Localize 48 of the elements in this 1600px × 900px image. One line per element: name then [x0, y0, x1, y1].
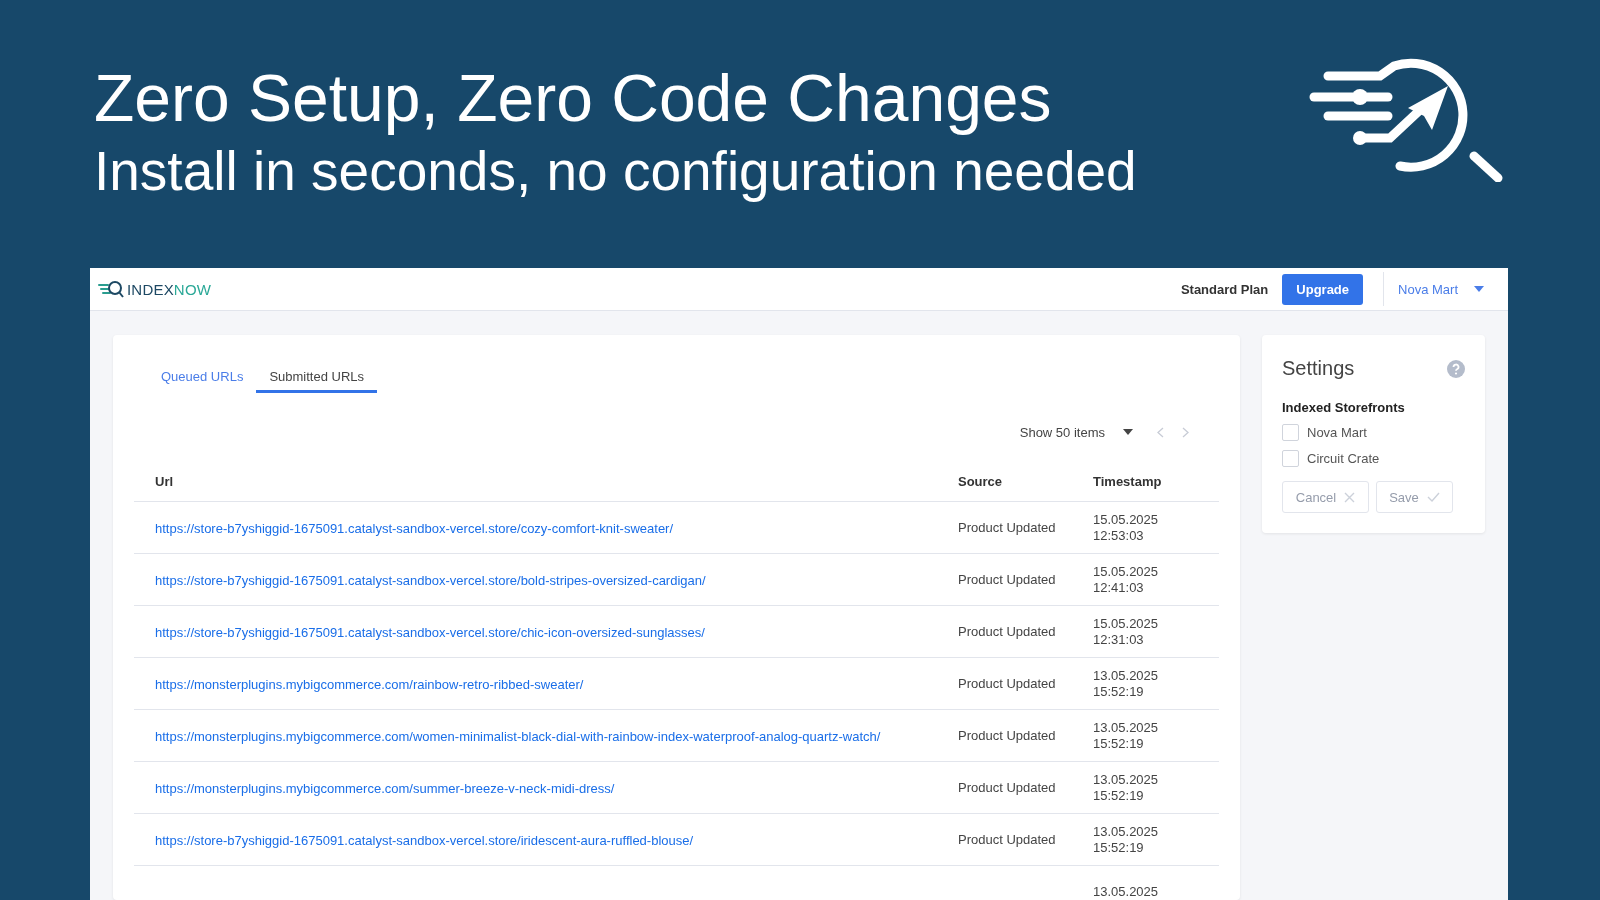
table-cell-text: 15.05.2025 12:53:03 — [1093, 511, 1160, 544]
table-cell-text: Product Updated — [958, 831, 1057, 848]
url-link[interactable]: https://monsterplugins.mybigcommerce.com/women-minimalist-black-dial-with-rainbow-index-waterproof-analog-quartz-watch/ — [134, 728, 881, 744]
store-dropdown[interactable]: Nova Mart — [1383, 272, 1500, 306]
table-cell-text: Product Updated — [958, 779, 1057, 796]
table-cell-text: 13.05.2025 15:52:19 — [1093, 667, 1160, 700]
checkbox-label: Nova Mart — [1307, 425, 1367, 440]
table-cell-text: Product Updated — [958, 675, 1057, 692]
upgrade-button[interactable]: Upgrade — [1282, 273, 1364, 305]
table-cell-text: Product Updated — [958, 519, 1057, 536]
table-cell-text: 15.05.2025 12:41:03 — [1093, 563, 1160, 596]
section-label: Indexed Storefronts — [1282, 400, 1406, 415]
checkbox[interactable] — [1282, 450, 1299, 467]
table-cell-text: Product Updated — [958, 571, 1057, 588]
chevron-right-icon[interactable] — [1182, 426, 1189, 438]
url-link[interactable]: https://monsterplugins.mybigcommerce.com/summer-breeze-v-neck-midi-dress/ — [134, 780, 615, 796]
plan-label: Standard Plan — [1180, 281, 1269, 297]
table-cell-text: 13.05.2025 — [1093, 883, 1160, 900]
caret-icon — [1474, 286, 1484, 292]
page-size-dropdown[interactable]: Show 50 items — [1013, 423, 1139, 441]
url-link[interactable]: https://store-b7yshiggid-1675091.catalyst-sandbox-vercel.store/bold-stripes-oversized-cardigan/ — [134, 572, 706, 588]
checkbox[interactable] — [1282, 424, 1299, 441]
table-cell-text: Product Updated — [958, 727, 1057, 744]
column-header: Url — [154, 473, 175, 489]
table-cell-text: Product Updated — [958, 623, 1057, 640]
check-icon — [1426, 492, 1440, 502]
help-icon[interactable] — [1447, 359, 1465, 378]
logo-icon — [98, 280, 124, 298]
table-cell-text: 13.05.2025 15:52:19 — [1093, 771, 1160, 804]
table-cell-text: 15.05.2025 12:31:03 — [1093, 615, 1160, 648]
url-link[interactable]: https://monsterplugins.mybigcommerce.com/rainbow-retro-ribbed-sweater/ — [134, 676, 584, 692]
tab[interactable]: Submitted URLs — [256, 365, 378, 393]
column-header: Source — [958, 473, 1004, 489]
tab[interactable]: Queued URLs — [148, 365, 257, 393]
caret-icon — [1123, 429, 1133, 435]
banner-subtitle: Install in seconds, no configuration needed — [94, 139, 1137, 204]
url-link[interactable]: https://store-b7yshiggid-1675091.catalyst-sandbox-vercel.store/iridescent-aura-ruffled-blouse/ — [134, 832, 694, 848]
close-icon — [1344, 491, 1356, 503]
checkbox-label: Circuit Crate — [1307, 451, 1380, 466]
url-link[interactable]: https://store-b7yshiggid-1675091.catalyst-sandbox-vercel.store/chic-icon-oversized-sunglasses/ — [134, 624, 705, 640]
banner-title: Zero Setup, Zero Code Changes — [94, 60, 1053, 137]
brand-name: INDEXNOW — [127, 280, 212, 298]
settings-title: Settings — [1282, 357, 1355, 380]
table-cell-text: 13.05.2025 15:52:19 — [1093, 719, 1160, 752]
table-cell-text: 13.05.2025 15:52:19 — [1093, 823, 1160, 856]
chevron-left-icon[interactable] — [1157, 426, 1164, 438]
url-link[interactable]: https://store-b7yshiggid-1675091.catalyst-sandbox-vercel.store/cozy-comfort-knit-sweater/ — [134, 520, 674, 536]
column-header: Timestamp — [1093, 473, 1163, 489]
